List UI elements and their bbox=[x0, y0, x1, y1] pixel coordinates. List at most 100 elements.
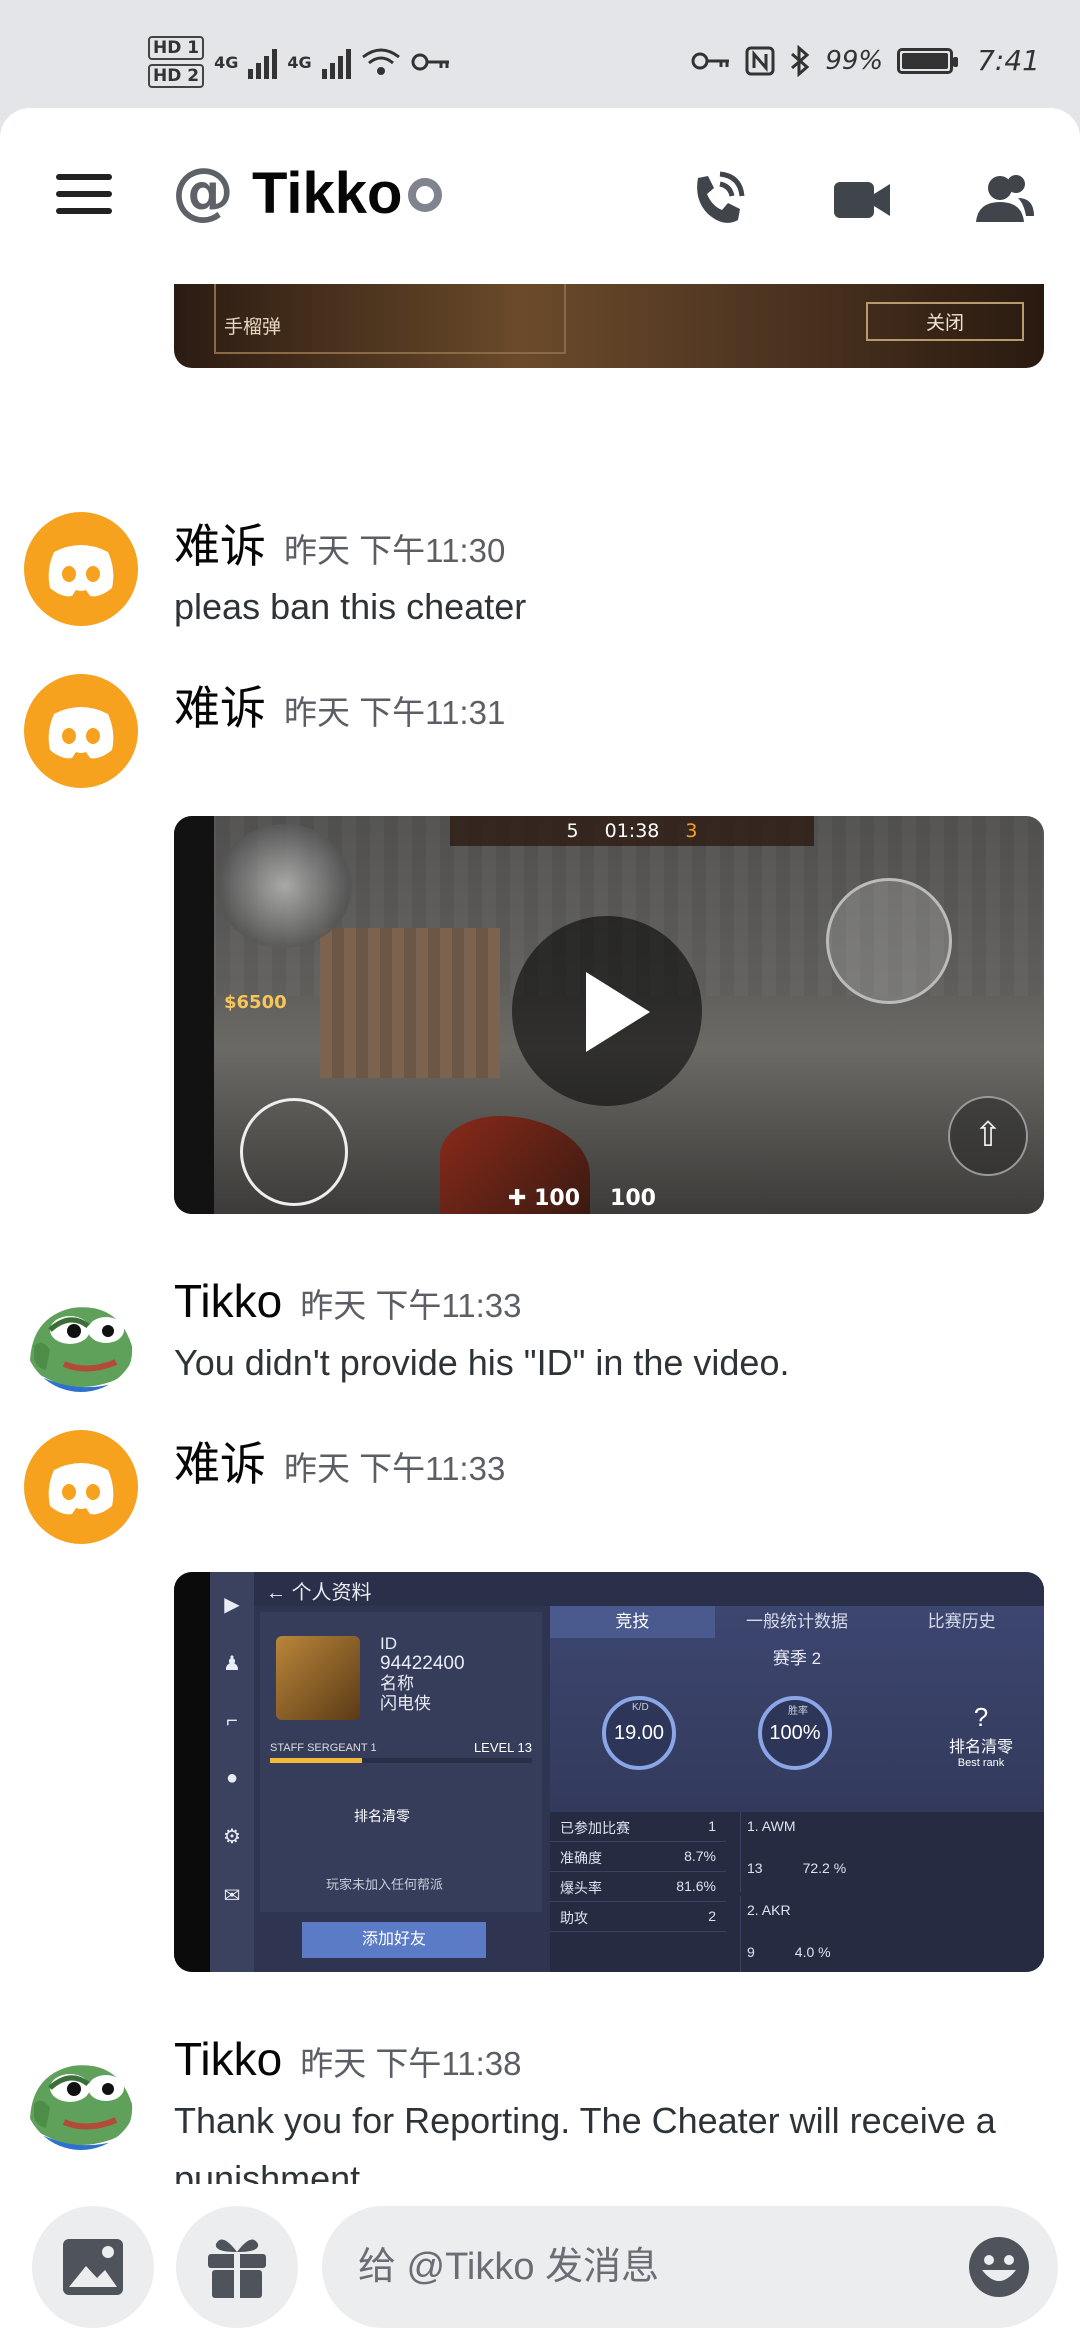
avatar[interactable] bbox=[24, 512, 138, 626]
video-call-icon[interactable] bbox=[830, 168, 894, 232]
author-name[interactable]: Tikko bbox=[174, 1274, 282, 1328]
score-right: 3 bbox=[685, 820, 698, 842]
message-input[interactable] bbox=[358, 2232, 918, 2302]
game-screenshot-embed-partial[interactable]: 手榴弹 关闭 bbox=[174, 284, 1044, 368]
pepe-frog-icon bbox=[29, 1307, 133, 1392]
tab-match-history: 比赛历史 bbox=[927, 1612, 996, 1631]
channel-header: @ Tikko bbox=[0, 108, 1080, 276]
gift-button[interactable] bbox=[176, 2206, 298, 2328]
health-value: 100 bbox=[534, 1186, 581, 1211]
shipping-container bbox=[320, 928, 500, 1078]
id-value: 94422400 bbox=[380, 1653, 465, 1674]
armor-value: 100 bbox=[610, 1186, 656, 1211]
timestamp: 昨天 下午11:31 bbox=[284, 694, 506, 731]
message-composer bbox=[0, 2184, 1080, 2340]
winrate-label: 胜率 bbox=[788, 1706, 808, 1717]
player-id-block: ID 94422400 名称 闪电侠 bbox=[380, 1634, 465, 1714]
app-window: @ Tikko 手榴弹 关闭 难诉 昨天 下午11:30 pleas ban t… bbox=[0, 108, 1080, 2340]
message-header: Tikko 昨天 下午11:33 bbox=[174, 1274, 522, 1328]
wifi-icon bbox=[361, 48, 400, 75]
table-row: 已参加比赛 1 bbox=[550, 1812, 726, 1842]
sim1-badge: HD 1 bbox=[148, 36, 205, 60]
tab-competitive: 竞技 bbox=[550, 1606, 715, 1638]
rank-reset-label: 排名清零 bbox=[354, 1808, 410, 1824]
voice-call-icon[interactable] bbox=[684, 168, 748, 232]
score-left: 5 bbox=[566, 820, 579, 842]
kd-value: 19.00 bbox=[613, 1722, 665, 1744]
health-armor: ✚ 100 100 bbox=[508, 1186, 656, 1211]
weapon-card: 2. AKR 9 4.0 % bbox=[740, 1896, 1040, 1972]
image-attachment[interactable]: ▶ ♟ ⌐ ● ⚙ ✉ ← 个人资料 ID 94422400 名称 闪电侠 STAFF S… bbox=[174, 1572, 1044, 1972]
table-row: 准确度 8.7% bbox=[550, 1842, 726, 1872]
name-value: 闪电侠 bbox=[380, 1694, 431, 1713]
best-rank: ? 排名清零 Best rank bbox=[936, 1702, 1026, 1769]
weapon-card: 1. AWM 13 72.2 % bbox=[740, 1812, 1040, 1892]
timestamp: 昨天 下午11:38 bbox=[300, 2045, 522, 2082]
author-name[interactable]: Tikko bbox=[174, 2032, 282, 2086]
signal-icon bbox=[248, 45, 278, 79]
joystick bbox=[240, 1098, 348, 1206]
fire-button bbox=[826, 878, 952, 1004]
message-header: 难诉 昨天 下午11:30 bbox=[174, 510, 505, 576]
best-rank-en: Best rank bbox=[957, 1757, 1005, 1769]
season-label: 赛季 2 bbox=[772, 1649, 822, 1668]
author-name[interactable]: 难诉 bbox=[174, 1428, 266, 1494]
author-name[interactable]: 难诉 bbox=[174, 510, 266, 576]
network-label-1: 4G bbox=[214, 52, 239, 72]
round-clock: 01:38 bbox=[604, 820, 660, 842]
image-picker-button[interactable] bbox=[32, 2206, 154, 2328]
menu-icon[interactable] bbox=[56, 174, 112, 214]
tab-general-stats: 一般统计数据 bbox=[746, 1612, 848, 1631]
play-icon[interactable] bbox=[512, 916, 702, 1106]
game-hud-score: 5 01:38 3 bbox=[450, 816, 814, 846]
game-topbar: ← 个人资料 bbox=[254, 1572, 1044, 1606]
battery-percent: 99% bbox=[825, 45, 884, 76]
network-label-2: 4G bbox=[287, 52, 312, 72]
stats-panel: 竞技 一般统计数据 比赛历史 赛季 2 19.00 K/D 100% 胜率 ? … bbox=[550, 1606, 1044, 1972]
kd-label: K/D bbox=[632, 1702, 649, 1713]
no-team-label: 玩家未加入任何帮派 bbox=[326, 1877, 444, 1892]
id-label: ID bbox=[380, 1634, 397, 1653]
message-text: pleas ban this cheater bbox=[174, 586, 527, 627]
timestamp: 昨天 下午11:33 bbox=[300, 1287, 522, 1324]
avatar[interactable] bbox=[24, 1278, 138, 1392]
sim2-badge: HD 2 bbox=[148, 64, 205, 88]
player-profile-card: ID 94422400 名称 闪电侠 STAFF SERGEANT 1 LEVE… bbox=[260, 1612, 542, 1912]
sim-indicators: HD 1 HD 2 bbox=[148, 36, 205, 88]
members-icon[interactable] bbox=[972, 168, 1036, 232]
name-label: 名称 bbox=[380, 1674, 414, 1693]
nfc-icon bbox=[745, 46, 775, 75]
best-rank-label: 排名清零 bbox=[948, 1739, 1013, 1756]
avatar[interactable] bbox=[24, 1430, 138, 1544]
table-row: 爆头率 81.6% bbox=[550, 1872, 726, 1902]
channel-title: Tikko bbox=[252, 161, 403, 226]
level-label: LEVEL 13 bbox=[473, 1740, 532, 1755]
status-left: HD 1 HD 2 4G 4G bbox=[148, 36, 451, 88]
message-header: Tikko 昨天 下午11:38 bbox=[174, 2032, 522, 2086]
rank-title: STAFF SERGEANT 1 bbox=[270, 1742, 377, 1754]
message-header: 难诉 昨天 下午11:31 bbox=[174, 672, 505, 738]
status-right: 99% 7:41 bbox=[691, 44, 1040, 77]
avatar[interactable] bbox=[24, 2036, 138, 2150]
message-text: You didn't provide his "ID" in the video… bbox=[174, 1342, 790, 1383]
discord-logo-icon bbox=[48, 1463, 114, 1515]
jump-icon: ⇧ bbox=[948, 1096, 1028, 1176]
winrate-value: 100% bbox=[769, 1722, 821, 1744]
author-name[interactable]: 难诉 bbox=[174, 672, 266, 738]
emoji-icon[interactable] bbox=[968, 2236, 1030, 2298]
message-header: 难诉 昨天 下午11:33 bbox=[174, 1428, 505, 1494]
image-icon bbox=[63, 2239, 123, 2295]
avatar[interactable] bbox=[24, 674, 138, 788]
game-side-menu: ▶ ♟ ⌐ ● ⚙ ✉ bbox=[210, 1572, 254, 1972]
profile-title: 个人资料 bbox=[291, 1582, 372, 1604]
bluetooth-icon bbox=[791, 44, 810, 77]
status-bar: HD 1 HD 2 4G 4G 99% 7:41 bbox=[0, 0, 1080, 108]
timestamp: 昨天 下午11:30 bbox=[284, 532, 506, 569]
pepe-frog-icon bbox=[29, 2065, 133, 2150]
key-icon bbox=[411, 53, 449, 71]
video-attachment[interactable]: 5 01:38 3 $6500 ⇧ ✚ 100 100 bbox=[174, 816, 1044, 1214]
add-friend-button: 添加好友 bbox=[302, 1922, 486, 1958]
at-icon: @ bbox=[172, 154, 234, 227]
money-label: $6500 bbox=[224, 992, 287, 1013]
signal-icon-2 bbox=[321, 45, 351, 79]
